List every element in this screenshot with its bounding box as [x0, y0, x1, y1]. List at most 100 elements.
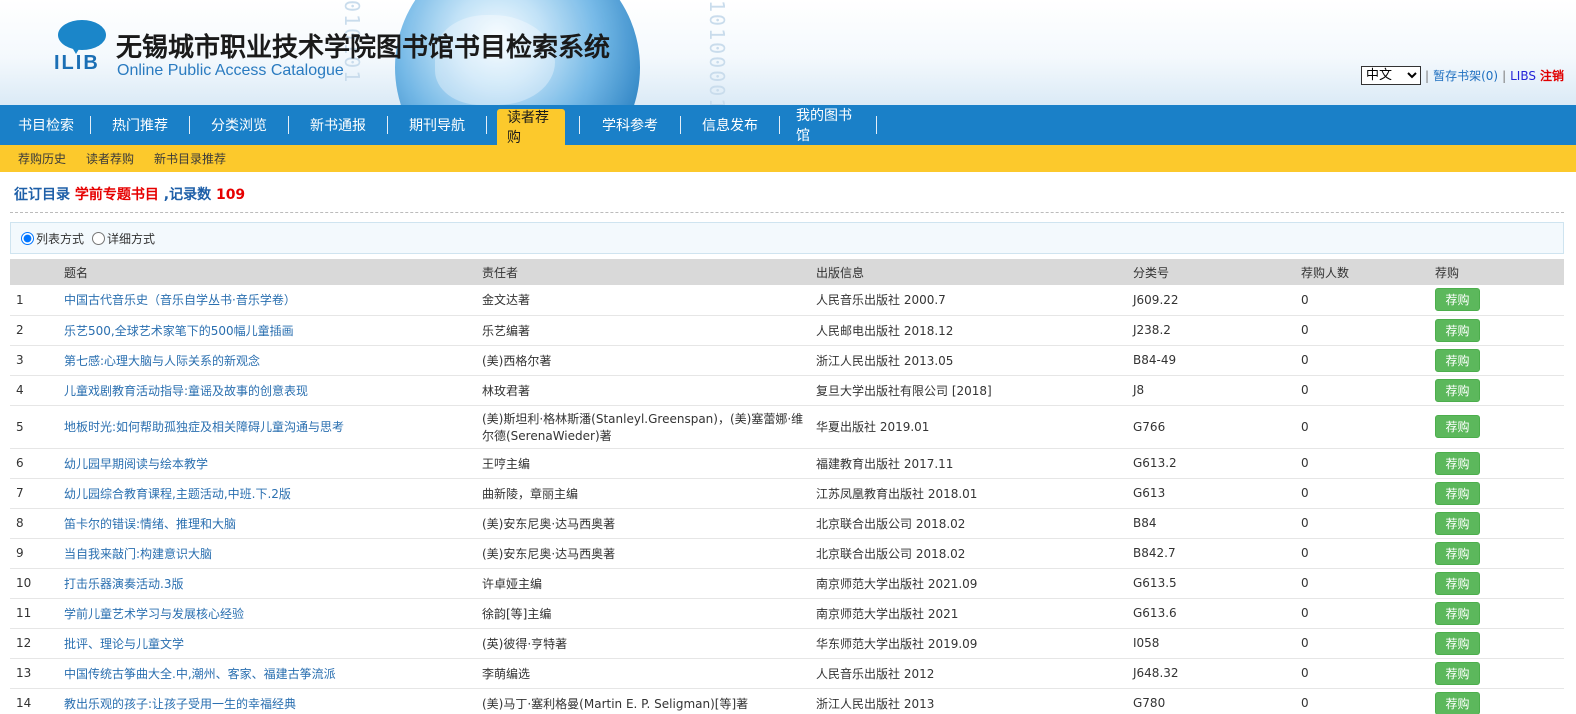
libs-link[interactable]: LIBS [1510, 69, 1536, 83]
recommend-button[interactable]: 荐购 [1435, 481, 1480, 505]
table-row: 2 乐艺500,全球艺术家笔下的500幅儿童插画 乐艺编著 人民邮电出版社 2018.… [10, 315, 1564, 345]
subnav-item-new-catalog[interactable]: 新书目录推荐 [154, 150, 226, 167]
recommend-button[interactable]: 荐购 [1435, 541, 1480, 565]
row-number-cell: 4 [16, 383, 24, 397]
col-header-class-no[interactable]: 分类号 [1127, 259, 1295, 285]
book-publisher-cell: 北京联合出版公司 2018.02 [816, 546, 966, 561]
page-header: 010101 10100001 ILIB 无锡城市职业技术学院图书馆书目检索系统… [0, 0, 1576, 105]
nav-item-reader-recommend[interactable]: 读者荐购 [497, 109, 565, 146]
table-row: 8 笛卡尔的错误:情绪、推理和大脑 (美)安东尼奥·达马西奥著 北京联合出版公司 20… [10, 508, 1564, 538]
book-class-no-cell: I058 [1133, 636, 1160, 650]
recommend-button[interactable]: 荐购 [1435, 511, 1480, 535]
book-publisher-cell: 华东师范大学出版社 2019.09 [816, 636, 978, 651]
row-number-cell: 5 [16, 419, 24, 434]
book-title-link[interactable]: 中国传统古筝曲大全.中,潮州、客家、福建古筝流派 [64, 667, 336, 681]
book-class-no-cell: J648.32 [1133, 666, 1179, 680]
recommend-button-cell: 荐购 [1429, 568, 1564, 598]
book-title-link[interactable]: 打击乐器演奏活动.3版 [64, 577, 183, 591]
recommend-button[interactable]: 荐购 [1435, 571, 1480, 595]
nav-item-info-publish[interactable]: 信息发布 [687, 105, 773, 145]
recommend-button-cell: 荐购 [1429, 628, 1564, 658]
book-title-link-cell: 笛卡尔的错误:情绪、推理和大脑 [58, 508, 476, 538]
book-title-link-cell: 当自我来敲门:构建意识大脑 [58, 538, 476, 568]
recommend-button[interactable]: 荐购 [1435, 288, 1480, 312]
recommend-count-cell: 0 [1301, 419, 1309, 434]
recommend-button[interactable]: 荐购 [1435, 451, 1480, 475]
recommend-count-cell: 0 [1301, 636, 1309, 650]
nav-divider [288, 116, 289, 134]
record-count: 109 [215, 187, 246, 203]
detail-mode-option[interactable]: 详细方式 [92, 230, 155, 247]
book-author-cell: (美)西格尔著 [482, 353, 552, 368]
book-author-cell: 李萌编选 [482, 666, 531, 681]
book-title-link[interactable]: 地板时光:如何帮助孤独症及相关障碍儿童沟通与思考 [64, 420, 344, 434]
book-author-cell: 金文达著 [482, 293, 531, 308]
book-title-link-cell: 教出乐观的孩子:让孩子受用一生的幸福经典 [58, 688, 476, 714]
book-title-link-cell: 中国传统古筝曲大全.中,潮州、客家、福建古筝流派 [58, 658, 476, 688]
language-select[interactable]: 中文 [1361, 66, 1422, 85]
book-publisher-cell: 人民音乐出版社 2000.7 [816, 293, 946, 308]
nav-item-journal-nav[interactable]: 期刊导航 [394, 105, 480, 145]
book-title-link[interactable]: 乐艺500,全球艺术家笔下的500幅儿童插画 [64, 324, 294, 338]
book-class-no-cell: G766 [1133, 419, 1166, 434]
recommend-button[interactable]: 荐购 [1435, 691, 1480, 714]
col-header-author[interactable]: 责任者 [476, 259, 810, 285]
col-header-publisher[interactable]: 出版信息 [810, 259, 1127, 285]
recommend-button-cell: 荐购 [1429, 285, 1564, 315]
recommend-count-cell: 0 [1301, 666, 1309, 680]
book-title-link[interactable]: 教出乐观的孩子:让孩子受用一生的幸福经典 [64, 697, 296, 711]
book-title-link[interactable]: 批评、理论与儿童文学 [64, 637, 184, 651]
detail-mode-radio[interactable] [92, 231, 106, 245]
recommend-button-cell: 荐购 [1429, 688, 1564, 714]
recommend-button[interactable]: 荐购 [1435, 601, 1480, 625]
nav-divider [387, 116, 388, 134]
book-title-link[interactable]: 学前儿童艺术学习与发展核心经验 [64, 607, 244, 621]
nav-item-catalog-search[interactable]: 书目检索 [8, 105, 84, 145]
nav-item-subject-reference[interactable]: 学科参考 [586, 105, 674, 145]
main-nav: 书目检索 热门推荐 分类浏览 新书通报 期刊导航 读者荐购 学科参考 信息发布 … [0, 105, 1576, 146]
book-author-cell: 林玫君著 [482, 383, 531, 398]
nav-item-new-books[interactable]: 新书通报 [295, 105, 381, 145]
nav-item-category-browse[interactable]: 分类浏览 [196, 105, 282, 145]
book-title-link[interactable]: 第七感:心理大脑与人际关系的新观念 [64, 354, 260, 368]
book-title-link[interactable]: 中国古代音乐史（音乐自学丛书·音乐学卷） [64, 293, 296, 307]
nav-item-my-library[interactable]: 我的图书馆 [786, 105, 874, 145]
book-title-link[interactable]: 幼儿园早期阅读与绘本教学 [64, 457, 208, 471]
recommend-button[interactable]: 荐购 [1435, 631, 1480, 655]
recommend-button[interactable]: 荐购 [1435, 415, 1480, 438]
book-title-link[interactable]: 当自我来敲门:构建意识大脑 [64, 547, 212, 561]
binary-decoration-right: 10100001 [705, 0, 729, 105]
row-number-cell: 11 [16, 606, 32, 620]
book-publisher-cell: 北京联合出版公司 2018.02 [816, 516, 966, 531]
nav-divider [486, 116, 487, 134]
recommend-count-cell: 0 [1301, 323, 1309, 337]
col-header-recommend-count[interactable]: 荐购人数 [1295, 259, 1429, 285]
recommend-button[interactable]: 荐购 [1435, 348, 1480, 372]
book-title-link-cell: 批评、理论与儿童文学 [58, 628, 476, 658]
subnav-item-reader-recommend[interactable]: 读者荐购 [86, 150, 134, 167]
main-content: 征订目录 学前专题书目 ,记录数 109 列表方式 详细方式 题名 责任者 出版… [0, 172, 1576, 714]
book-title-link-cell: 幼儿园早期阅读与绘本教学 [58, 448, 476, 478]
book-title-link[interactable]: 幼儿园综合教育课程,主题活动,中班.下.2版 [64, 487, 291, 501]
book-publisher-cell: 人民邮电出版社 2018.12 [816, 323, 954, 338]
recommend-button[interactable]: 荐购 [1435, 661, 1480, 685]
col-header-title[interactable]: 题名 [58, 259, 476, 285]
logout-link[interactable]: 注销 [1540, 67, 1564, 84]
recommend-button[interactable]: 荐购 [1435, 378, 1480, 402]
recommend-button[interactable]: 荐购 [1435, 318, 1480, 342]
row-number-cell: 8 [16, 516, 24, 530]
recommend-button-cell: 荐购 [1429, 538, 1564, 568]
bookshelf-link[interactable]: 暂存书架(0) [1433, 67, 1498, 84]
nav-item-hot-recommend[interactable]: 热门推荐 [97, 105, 183, 145]
recommend-button-cell: 荐购 [1429, 598, 1564, 628]
book-publisher-cell: 人民音乐出版社 2012 [816, 666, 935, 681]
book-publisher-cell: 南京师范大学出版社 2021 [816, 606, 959, 621]
table-row: 5 地板时光:如何帮助孤独症及相关障碍儿童沟通与思考 (美)斯坦利·格林斯潘(Sta… [10, 405, 1564, 448]
recommend-count-cell: 0 [1301, 606, 1309, 620]
book-title-link[interactable]: 笛卡尔的错误:情绪、推理和大脑 [64, 517, 236, 531]
list-mode-radio[interactable] [21, 231, 34, 245]
list-mode-option[interactable]: 列表方式 [21, 230, 84, 247]
book-title-link[interactable]: 儿童戏剧教育活动指导:童谣及故事的创意表现 [64, 384, 308, 398]
book-class-no-cell: B842.7 [1133, 546, 1176, 560]
subnav-item-history[interactable]: 荐购历史 [18, 150, 66, 167]
